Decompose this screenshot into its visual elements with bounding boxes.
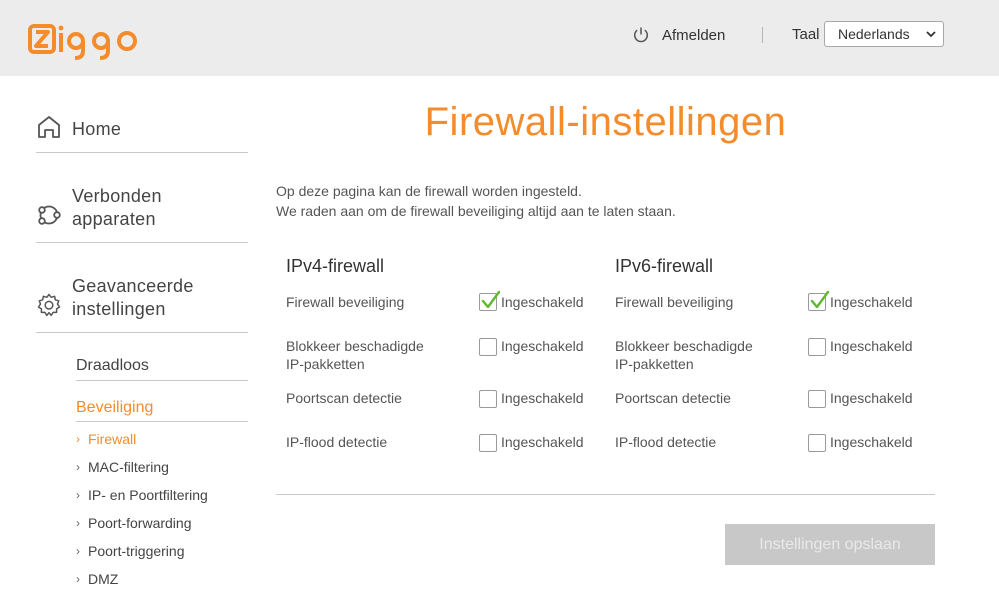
top-bar: Afmelden Taal Nederlands bbox=[0, 0, 999, 76]
sidebar-subitem-label: Poort-triggering bbox=[88, 543, 185, 559]
ipv6-row-label-portscan: Poortscan detectie bbox=[615, 390, 731, 406]
checkbox-label: Ingeschakeld bbox=[830, 434, 913, 450]
language-select[interactable]: Nederlands bbox=[824, 21, 944, 47]
ipv6-block-damaged-checkbox[interactable] bbox=[808, 338, 826, 356]
chevron-right-icon: › bbox=[76, 460, 80, 474]
save-settings-button[interactable]: Instellingen opslaan bbox=[725, 524, 935, 565]
intro-line: We raden aan om de firewall beveiliging … bbox=[276, 203, 676, 219]
ipv4-row-label-ipflood: IP-flood detectie bbox=[286, 434, 388, 450]
checkbox-label: Ingeschakeld bbox=[830, 338, 913, 354]
sidebar-item-home[interactable]: Home bbox=[36, 113, 248, 153]
checkmark-icon bbox=[810, 290, 829, 309]
ipv4-ipflood-checkbox[interactable] bbox=[479, 434, 497, 452]
ipv6-portscan-checkbox[interactable] bbox=[808, 390, 826, 408]
language-selected-value: Nederlands bbox=[838, 26, 910, 42]
ipv4-firewall-heading: IPv4-firewall bbox=[286, 256, 385, 276]
ipv4-portscan-checkbox[interactable] bbox=[479, 390, 497, 408]
ipv4-row-label-portscan: Poortscan detectie bbox=[286, 390, 402, 406]
logout-button[interactable]: Afmelden bbox=[632, 26, 725, 44]
ipv4-firewall-checkbox[interactable] bbox=[479, 290, 500, 311]
sidebar-item-label: Verbonden apparaten bbox=[72, 186, 162, 229]
sidebar-item-label: Home bbox=[72, 119, 122, 139]
sidebar-subitem-label: MAC-filtering bbox=[88, 459, 169, 475]
home-icon bbox=[38, 116, 60, 138]
header-separator bbox=[762, 27, 763, 43]
chevron-right-icon: › bbox=[76, 432, 80, 446]
sidebar-subitem-label: IP- en Poortfiltering bbox=[88, 487, 208, 503]
language-label: Taal bbox=[792, 26, 820, 43]
sidebar-item-security[interactable]: Beveiliging bbox=[76, 399, 248, 422]
sidebar-subitem-port-triggering[interactable]: › Poort-triggering bbox=[76, 543, 185, 559]
gear-icon bbox=[37, 293, 61, 317]
sidebar-subitem-dmz[interactable]: › DMZ bbox=[76, 571, 118, 587]
ipv6-firewall-heading: IPv6-firewall bbox=[615, 256, 714, 276]
sidebar-item-devices[interactable]: Verbonden apparaten bbox=[36, 181, 248, 243]
ipv6-firewall-checkbox[interactable] bbox=[808, 290, 829, 311]
page-title: Firewall-instellingen bbox=[424, 100, 787, 144]
intro-text: Op deze pagina kan de firewall worden in… bbox=[276, 181, 676, 221]
checkbox-label: Ingeschakeld bbox=[501, 338, 584, 354]
checkmark-icon bbox=[481, 290, 500, 309]
ipv4-row-label-firewall: Firewall beveiliging bbox=[286, 294, 405, 310]
ipv6-row-label-block-damaged: Blokkeer beschadigde IP-pakketten bbox=[615, 338, 753, 372]
ziggo-logo[interactable] bbox=[28, 20, 146, 60]
ipv4-row-label-block-damaged: Blokkeer beschadigde IP-pakketten bbox=[286, 338, 424, 372]
chevron-right-icon: › bbox=[76, 544, 80, 558]
chevron-right-icon: › bbox=[76, 516, 80, 530]
sidebar-subitem-label: DMZ bbox=[88, 571, 119, 587]
chevron-down-icon bbox=[926, 31, 936, 38]
ipv6-row-label-firewall: Firewall beveiliging bbox=[615, 294, 734, 310]
intro-line: Op deze pagina kan de firewall worden in… bbox=[276, 183, 582, 199]
power-icon bbox=[633, 27, 649, 43]
ipv4-block-damaged-checkbox[interactable] bbox=[479, 338, 497, 356]
sidebar-subitem-ip-port-filtering[interactable]: › IP- en Poortfiltering bbox=[76, 487, 208, 503]
chevron-right-icon: › bbox=[76, 572, 80, 586]
sidebar-subitem-port-forwarding[interactable]: › Poort-forwarding bbox=[76, 515, 192, 531]
checkbox-label: Ingeschakeld bbox=[501, 434, 584, 450]
section-divider bbox=[276, 494, 935, 495]
logout-label: Afmelden bbox=[662, 26, 726, 44]
checkbox-label: Ingeschakeld bbox=[830, 294, 913, 310]
sidebar-item-label: Geavanceerde instellingen bbox=[72, 276, 194, 319]
ipv6-row-label-ipflood: IP-flood detectie bbox=[615, 434, 717, 450]
sidebar-subitem-label: Firewall bbox=[88, 431, 137, 447]
checkbox-label: Ingeschakeld bbox=[501, 390, 584, 406]
sidebar-item-advanced-settings[interactable]: Geavanceerde instellingen bbox=[36, 271, 248, 333]
devices-icon bbox=[38, 205, 61, 225]
sidebar-subitem-mac-filtering[interactable]: › MAC-filtering bbox=[76, 459, 169, 475]
sidebar-item-wireless[interactable]: Draadloos bbox=[76, 357, 248, 381]
checkbox-label: Ingeschakeld bbox=[830, 390, 913, 406]
sidebar-subitem-firewall[interactable]: › Firewall bbox=[76, 431, 136, 447]
ipv6-ipflood-checkbox[interactable] bbox=[808, 434, 826, 452]
chevron-right-icon: › bbox=[76, 488, 80, 502]
sidebar-subitem-label: Poort-forwarding bbox=[88, 515, 192, 531]
checkbox-label: Ingeschakeld bbox=[501, 294, 584, 310]
